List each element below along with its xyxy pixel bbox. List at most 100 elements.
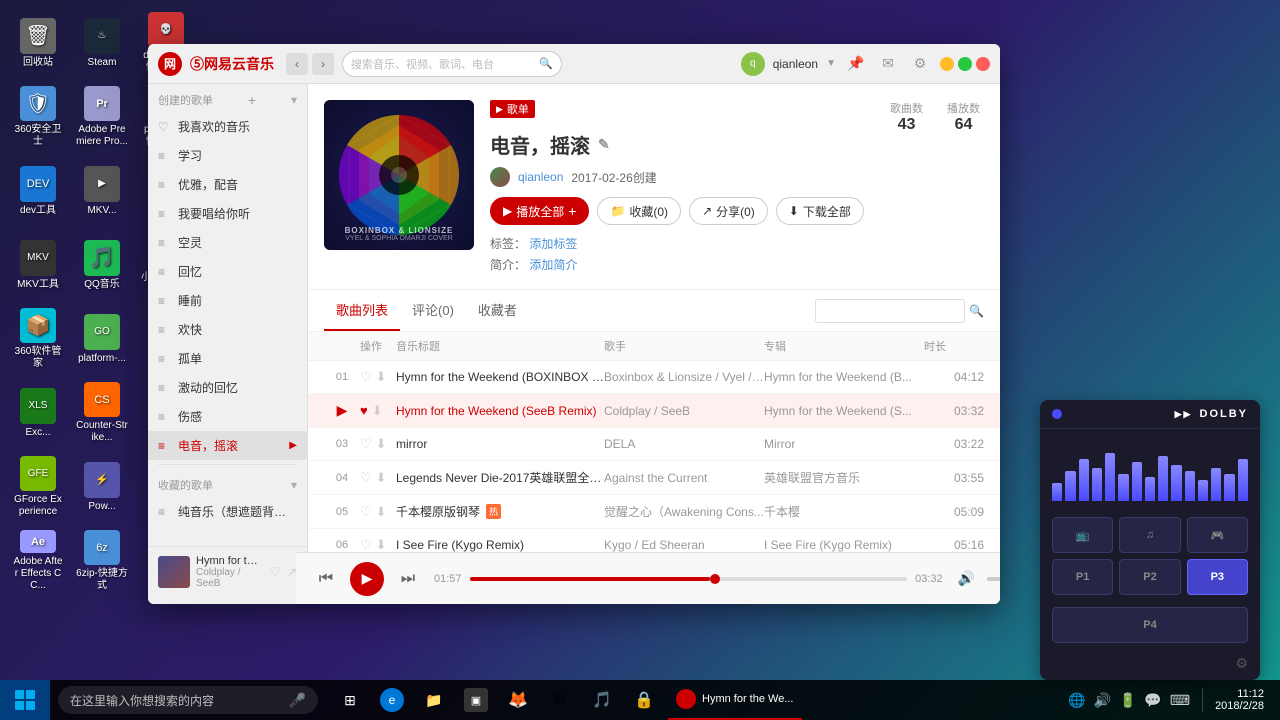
download-icon[interactable]: ⬇ — [376, 369, 387, 385]
desktop-icon-360[interactable]: 🛡 360安全卫士 — [8, 82, 68, 152]
taskbar-icon-lock[interactable]: 🔒 — [624, 680, 664, 720]
sidebar-item-memory[interactable]: ≡ 回忆 — [148, 257, 307, 286]
tray-keyboard-icon[interactable]: ⌨ — [1170, 692, 1190, 709]
taskbar-clock[interactable]: 11:12 2018/2/28 — [1207, 688, 1272, 712]
desktop-icon-pow[interactable]: ⚡ Pow... — [72, 452, 132, 522]
like-icon[interactable]: ♡ — [360, 504, 372, 520]
user-dropdown-icon[interactable]: ▼ — [826, 58, 836, 69]
create-playlist-button[interactable]: + — [248, 92, 256, 108]
desktop-icon-gforce[interactable]: GFE GForce Experience — [8, 452, 68, 522]
messages-button[interactable]: ✉ — [876, 52, 900, 76]
desktop-icon-mkv[interactable]: MKV MKV工具 — [8, 230, 68, 300]
like-icon[interactable]: ♡ — [360, 436, 372, 452]
sidebar-item-good[interactable]: ≡ 优雅，配音 — [148, 170, 307, 199]
minimize-button[interactable] — [940, 57, 954, 71]
taskbar-icon-taskview[interactable]: ⊞ — [330, 680, 370, 720]
song-row-1[interactable]: 01 ♡ ⬇ Hymn for the Weekend (BOXINBOX & … — [308, 361, 1000, 394]
dolby-btn-p1[interactable]: P1 — [1052, 559, 1113, 595]
tray-battery-icon[interactable]: 🔋 — [1119, 692, 1136, 709]
mic-icon[interactable]: 🎤 — [289, 692, 306, 709]
edit-name-button[interactable]: ✎ — [598, 136, 610, 153]
share-button[interactable]: ↗ 分享(0) — [689, 197, 768, 225]
next-button[interactable]: ⏭ — [394, 565, 422, 593]
desktop-icon-recycle[interactable]: 🗑 回收站 — [8, 8, 68, 78]
sidebar-section-toggle[interactable]: ▾ — [291, 93, 297, 107]
like-icon[interactable]: ♡ — [360, 470, 372, 486]
desktop-icon-ae[interactable]: Ae Adobe After Effects CC... — [8, 526, 68, 596]
like-button[interactable]: ♡ — [270, 565, 281, 579]
desktop-icon-dev[interactable]: DEV dev工具 — [8, 156, 68, 226]
dolby-btn-p2[interactable]: P2 — [1119, 559, 1180, 595]
sidebar-item-sing[interactable]: ≡ 我要唱给你听 — [148, 199, 307, 228]
play-all-button[interactable]: ▶ 播放全部 + — [490, 197, 589, 225]
taskbar-active-app[interactable]: Hymn for the We... — [668, 680, 802, 720]
volume-button[interactable]: 🔊 — [955, 567, 979, 591]
like-icon[interactable]: ♡ — [360, 369, 372, 385]
tab-search-icon[interactable]: 🔍 — [969, 304, 984, 318]
song-row-3[interactable]: 03 ♡ ⬇ mirror DELA Mirror 03:22 — [308, 428, 1000, 461]
desktop-icon-qqmusic[interactable]: 🎵 QQ音乐 — [72, 230, 132, 300]
sidebar-item-empty[interactable]: ≡ 空灵 — [148, 228, 307, 257]
tab-subscribers[interactable]: 收藏者 — [466, 290, 529, 331]
progress-track[interactable] — [470, 577, 908, 581]
desktop-icon-360mgr[interactable]: 📦 360软件管家 — [8, 304, 68, 374]
sidebar-item-moved[interactable]: ≡ 激动的回忆 — [148, 373, 307, 402]
song-row-5[interactable]: 05 ♡ ⬇ 千本樱原版钢琴 热 觉醒之心（Awakening Cons... … — [308, 495, 1000, 529]
desktop-icon-6zip[interactable]: 6z 6zip-快捷方式 — [72, 526, 132, 596]
desktop-icon-steam[interactable]: ♨ Steam — [72, 8, 132, 78]
taskbar-icon-edge[interactable]: e — [372, 680, 412, 720]
like-icon[interactable]: ♥ — [360, 403, 368, 418]
add-desc-button[interactable]: 添加简介 — [529, 258, 577, 272]
download-icon[interactable]: ⬇ — [372, 403, 383, 419]
tab-comments[interactable]: 评论(0) — [400, 290, 466, 331]
desktop-icon-pr[interactable]: Pr Adobe Premiere Pro... — [72, 82, 132, 152]
play-pause-button[interactable]: ▶ — [350, 562, 384, 596]
sidebar-item-pure[interactable]: ≡ 纯音乐（想遮题背单词/... — [148, 497, 307, 526]
search-bar[interactable]: 搜索音乐、视频、歌词、电台 🔍 — [342, 51, 562, 77]
collect-button[interactable]: 📁 收藏(0) — [597, 197, 681, 225]
tray-volume-icon[interactable]: 🔊 — [1094, 692, 1111, 709]
desktop-icon-cs[interactable]: CS Counter-Strike... — [72, 378, 132, 448]
song-search-input[interactable] — [815, 299, 965, 323]
download-icon[interactable]: ⬇ — [376, 470, 387, 486]
dolby-btn-game[interactable]: 🎮 — [1187, 517, 1248, 553]
song-row-4[interactable]: 04 ♡ ⬇ Legends Never Die-2017英雄联盟全球总决...… — [308, 461, 1000, 495]
download-icon[interactable]: ⬇ — [376, 436, 387, 452]
add-tag-button[interactable]: 添加标签 — [529, 237, 577, 251]
desktop-icon-exc[interactable]: XLS Exc... — [8, 378, 68, 448]
desktop-icon-platform[interactable]: GO platform-... — [72, 304, 132, 374]
taskbar-icon-mail[interactable]: ✉ — [540, 680, 580, 720]
download-button[interactable]: ⬇ 下载全部 — [776, 197, 864, 225]
close-button[interactable] — [976, 57, 990, 71]
taskbar-icon-firefox[interactable]: 🦊 — [498, 680, 538, 720]
dolby-btn-music[interactable]: ♫ — [1119, 517, 1180, 553]
settings-button[interactable]: ⚙ — [908, 52, 932, 76]
sidebar-item-study[interactable]: ≡ 学习 — [148, 141, 307, 170]
tray-network-icon[interactable]: 🌐 — [1068, 692, 1085, 709]
download-icon[interactable]: ⬇ — [376, 504, 387, 520]
taskbar-icon-explorer[interactable]: 📁 — [414, 680, 454, 720]
back-button[interactable]: ‹ — [286, 53, 308, 75]
dolby-btn-p3[interactable]: P3 — [1187, 559, 1248, 595]
prev-button[interactable]: ⏮ — [312, 565, 340, 593]
desktop-icon-mkv2[interactable]: ▶ MKV... — [72, 156, 132, 226]
download-icon[interactable]: ⬇ — [376, 537, 387, 553]
bookmark-button[interactable]: 📌 — [844, 52, 868, 76]
dolby-settings-icon[interactable]: ⚙ — [1235, 655, 1248, 672]
sidebar-item-sleep[interactable]: ≡ 睡前 — [148, 286, 307, 315]
like-icon[interactable]: ♡ — [360, 537, 372, 553]
forward-button[interactable]: › — [312, 53, 334, 75]
collected-toggle[interactable]: ▾ — [291, 478, 297, 492]
taskbar-icon-music[interactable]: 🎵 — [582, 680, 622, 720]
taskbar-search[interactable]: 在这里输入你想搜索的内容 🎤 — [58, 686, 318, 714]
song-row-2[interactable]: ▶ ♥ ⬇ Hymn for the Weekend (SeeB Remix) … — [308, 394, 1000, 428]
dolby-btn-video[interactable]: 📺 — [1052, 517, 1113, 553]
sidebar-item-erock[interactable]: ≡ 电音，摇滚 ▶ — [148, 431, 307, 460]
maximize-button[interactable] — [958, 57, 972, 71]
dolby-btn-p4[interactable]: P4 — [1052, 607, 1248, 643]
volume-track[interactable] — [987, 577, 1000, 581]
sidebar-item-sad[interactable]: ≡ 伤感 — [148, 402, 307, 431]
sidebar-item-lonely[interactable]: ≡ 孤单 — [148, 344, 307, 373]
tab-songs[interactable]: 歌曲列表 — [324, 290, 400, 331]
tray-notification-icon[interactable]: 💬 — [1144, 692, 1161, 709]
